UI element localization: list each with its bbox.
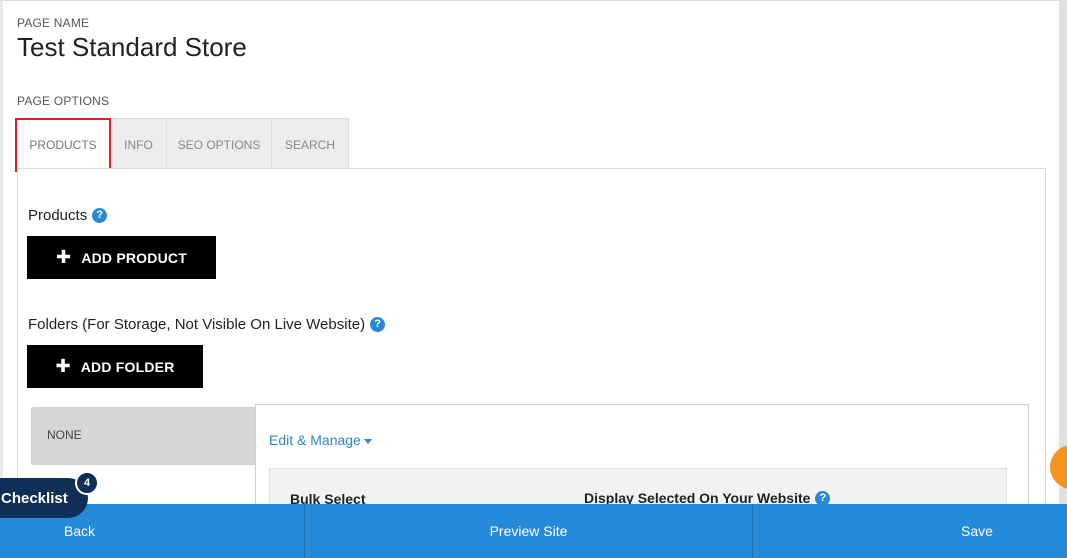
page-title: Test Standard Store <box>17 32 247 62</box>
bulk-select-label: Bulk Select <box>290 491 366 505</box>
products-section-label: Products ? <box>28 207 108 224</box>
checklist-count-badge: 4 <box>75 471 99 495</box>
scrollbar[interactable] <box>1059 0 1067 504</box>
folders-label-text: Folders (For Storage, Not Visible On Liv… <box>28 316 366 333</box>
edit-manage-label: Edit & Manage <box>269 432 361 448</box>
checklist-label: Checklist <box>1 489 68 507</box>
plus-icon: ✚ <box>56 247 72 267</box>
help-icon[interactable]: ? <box>370 317 386 332</box>
help-icon[interactable]: ? <box>92 208 108 223</box>
page-editor: PAGE NAME Test Standard Store PAGE OPTIO… <box>3 0 1059 505</box>
folder-item-none[interactable]: NONE <box>31 407 261 465</box>
products-label-text: Products <box>28 207 88 224</box>
help-icon[interactable]: ? <box>815 490 831 505</box>
folders-section-label: Folders (For Storage, Not Visible On Liv… <box>28 316 386 333</box>
add-product-button[interactable]: ✚ ADD PRODUCT <box>27 236 216 279</box>
page-options-label: PAGE OPTIONS <box>17 94 110 108</box>
tab-search[interactable]: SEARCH <box>272 118 349 172</box>
preview-site-button[interactable]: Preview Site <box>305 504 753 558</box>
add-folder-label: ADD FOLDER <box>80 358 175 375</box>
add-folder-button[interactable]: ✚ ADD FOLDER <box>27 345 203 388</box>
add-product-label: ADD PRODUCT <box>81 249 187 266</box>
tab-seo-options[interactable]: SEO OPTIONS <box>167 118 272 172</box>
display-selected-label: Display Selected On Your Website ? <box>584 490 831 505</box>
page-options-tabs: PRODUCTS INFO SEO OPTIONS SEARCH <box>15 118 349 172</box>
page-name-label: PAGE NAME <box>17 16 90 30</box>
products-panel: Products ? ✚ ADD PRODUCT Folders (For St… <box>17 168 1046 505</box>
caret-down-icon <box>363 438 372 444</box>
display-selected-text: Display Selected On Your Website <box>584 490 811 505</box>
plus-icon: ✚ <box>55 356 71 376</box>
save-button[interactable]: Save <box>753 504 1067 558</box>
tab-info[interactable]: INFO <box>111 118 167 172</box>
edit-manage-dropdown[interactable]: Edit & Manage <box>269 432 372 448</box>
bottom-action-bar: Back Preview Site Save <box>0 504 1067 558</box>
manage-box: Edit & Manage Bulk Select Display Select… <box>255 404 1029 505</box>
tab-products[interactable]: PRODUCTS <box>15 118 111 172</box>
bulk-select-header: Bulk Select Display Selected On Your Web… <box>269 468 1007 505</box>
